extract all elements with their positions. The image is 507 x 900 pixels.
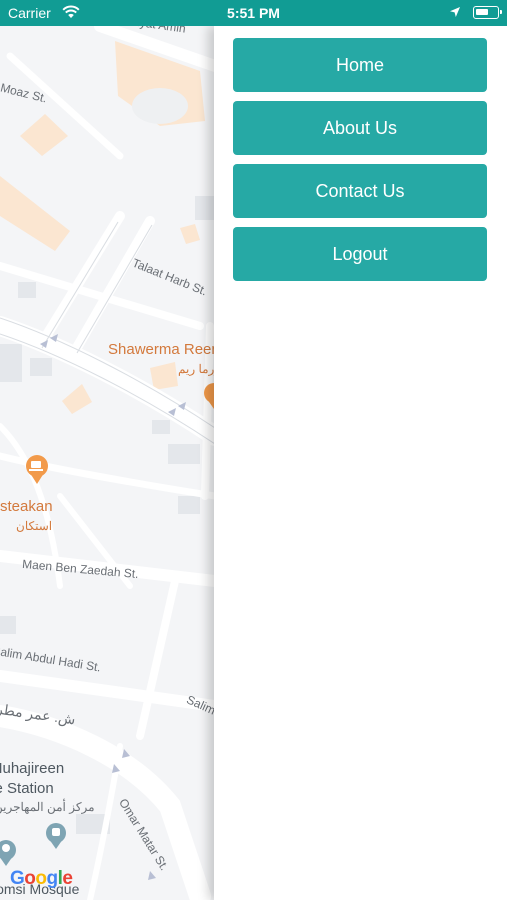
poi-label-esteakan-ar: استكان bbox=[16, 519, 53, 533]
police-pin-icon bbox=[46, 823, 66, 849]
home-button[interactable]: Home bbox=[233, 38, 487, 92]
google-logo: Google bbox=[10, 868, 73, 889]
poi-label-shawerma: Shawerma Reem bbox=[108, 341, 215, 358]
cafe-pin-icon bbox=[26, 455, 48, 484]
poi-label-muhajireen: Muhajireen bbox=[0, 760, 65, 777]
location-arrow-icon bbox=[450, 7, 460, 17]
side-menu-drawer: Home About Us Contact Us Logout bbox=[214, 26, 507, 900]
contact-us-button[interactable]: Contact Us bbox=[233, 164, 487, 218]
battery-icon bbox=[473, 6, 502, 19]
about-us-button[interactable]: About Us bbox=[233, 101, 487, 155]
status-time: 5:51 PM bbox=[227, 5, 280, 21]
map-view[interactable]: Azbakiyat Amin Moaz St. Talaat Harb St. … bbox=[0, 26, 215, 900]
status-bar: Carrier 5:51 PM bbox=[0, 0, 507, 26]
poi-label-esteakan: Esteakan bbox=[0, 498, 53, 515]
poi-label-station: Police Station bbox=[0, 780, 54, 797]
mosque-pin-icon bbox=[0, 840, 16, 866]
logout-button[interactable]: Logout bbox=[233, 227, 487, 281]
poi-label-shawerma-ar: شاورما ريم bbox=[178, 362, 215, 376]
poi-label-muhajireen-ar: مركز أمن المهاجرين bbox=[0, 800, 95, 814]
